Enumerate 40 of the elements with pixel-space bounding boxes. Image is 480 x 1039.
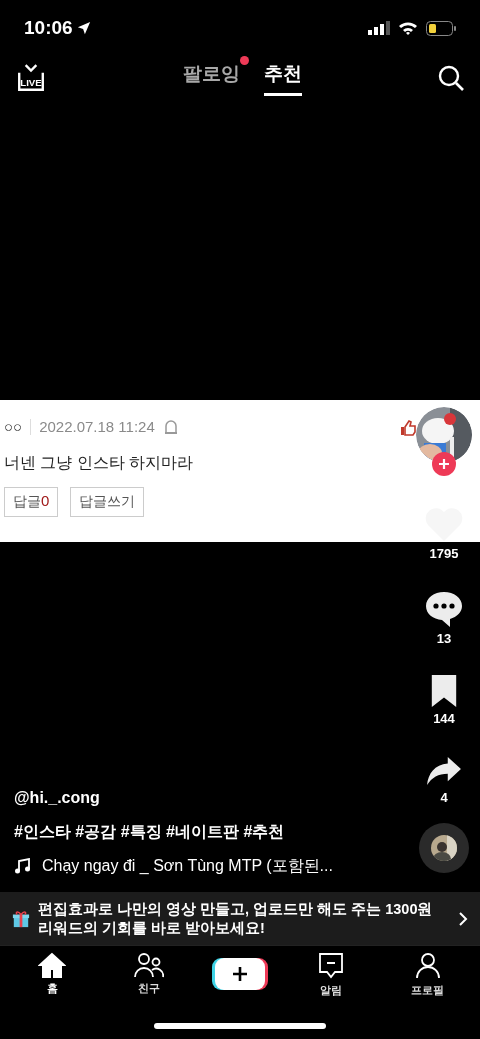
action-button[interactable]: 144: [429, 674, 459, 729]
tab-bar-item[interactable]: 알림: [301, 952, 362, 999]
status-time: 10:06: [24, 15, 73, 40]
bookmark-icon: [429, 674, 459, 708]
chevron-right-icon: [458, 910, 468, 927]
tab-bar-item[interactable]: 프로필: [397, 952, 458, 999]
people-icon: [133, 952, 164, 978]
search-icon[interactable]: [438, 65, 464, 91]
music-title[interactable]: Chạy ngay đi _ Sơn Tùng MTP (포함된...: [42, 854, 333, 878]
feed-tab[interactable]: 추천: [263, 60, 302, 96]
thumbs-up-icon: [400, 420, 416, 436]
battery-icon: [426, 20, 456, 36]
plus-icon: [231, 966, 248, 982]
write-reply-button[interactable]: 답글쓰기: [70, 486, 145, 517]
action-button[interactable]: 4: [425, 754, 463, 807]
comment-date: 2022.07.18 11:24: [39, 417, 155, 437]
comment-author: ○○: [4, 417, 23, 437]
message-box-icon: [318, 952, 345, 980]
tab-bar-item[interactable]: 친구: [118, 952, 179, 997]
hashtags: #인스타 #공감 #특징 #네이트판 #추천: [14, 822, 286, 842]
promo-text: 편집효과로 나만의 영상 만들고, 업로드만 해도 주는 1300원 리워드의 기회를 바로 받아보세요!: [38, 899, 434, 938]
gift-icon: [12, 909, 30, 928]
action-button[interactable]: 1795: [424, 507, 464, 564]
promo-banner[interactable]: 편집효과로 나만의 영상 만들고, 업로드만 해도 주는 1300원 리워드의 기회를 바로 받아보세요!: [0, 892, 480, 945]
create-button[interactable]: [214, 958, 265, 990]
reply-count-button[interactable]: 답글0: [4, 486, 59, 517]
speech-bubble-icon: [424, 589, 464, 628]
siren-icon[interactable]: [162, 419, 179, 436]
plus-icon: [438, 458, 450, 470]
person-icon: [414, 952, 441, 980]
signal-icon: [368, 21, 390, 35]
action-button[interactable]: 13: [424, 589, 464, 648]
comment-text: 너넨 그냥 인스타 하지마라: [4, 452, 194, 473]
feed-tab[interactable]: 팔로잉: [182, 60, 240, 96]
home-icon: [38, 952, 67, 978]
music-note-icon: [14, 858, 30, 874]
username-link[interactable]: @hi._.cong: [14, 786, 400, 810]
location-arrow-icon: [76, 21, 91, 35]
wifi-icon: [398, 21, 418, 35]
tab-bar-item[interactable]: 홈: [22, 952, 83, 997]
